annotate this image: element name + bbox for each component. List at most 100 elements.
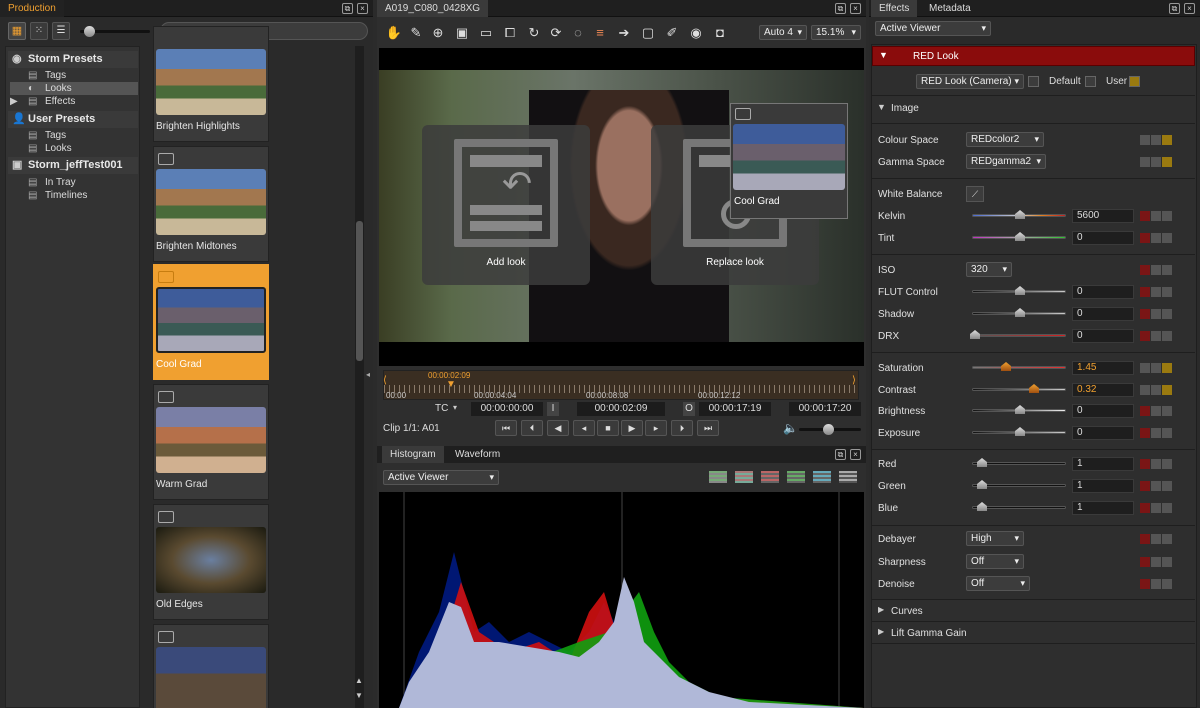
playhead-marker-icon[interactable]: ▼ (446, 379, 456, 390)
gamma-space-select[interactable]: REDgamma2 (966, 154, 1046, 169)
tree-item-timelines[interactable]: ▤ Timelines (26, 189, 138, 202)
refresh-icon[interactable]: ⟳ (547, 24, 565, 42)
flut-swatches[interactable] (1140, 287, 1174, 297)
crop-icon[interactable]: ⧠ (501, 24, 519, 42)
look-thumb-cool-grad[interactable]: Cool Grad (153, 264, 269, 380)
timeline-ruler[interactable]: 00:00:02:09 ▼ 00:00 00:00:04:04 00:00:08… (383, 370, 859, 400)
channel-blue-icon[interactable] (813, 471, 831, 483)
tree-item-in-tray[interactable]: ▤ In Tray (26, 176, 138, 189)
user-checkbox[interactable] (1129, 76, 1140, 87)
close-icon[interactable]: × (357, 3, 368, 14)
curves-section-header[interactable]: Curves (891, 606, 923, 617)
rgb-channels-icon[interactable]: ≡ (591, 24, 609, 42)
shadow-input[interactable]: 0 (1072, 307, 1134, 321)
close-icon[interactable]: × (850, 3, 861, 14)
thumb-size-knob[interactable] (84, 26, 95, 37)
tree-item-user-tags[interactable]: ▤ Tags (26, 129, 138, 142)
camera-checkbox[interactable] (1028, 76, 1039, 87)
prev-frame-icon[interactable]: ⏴ (521, 420, 543, 436)
frame-icon[interactable]: ▭ (477, 24, 495, 42)
tree-item-effects[interactable]: ▶ ▤ Effects (10, 95, 138, 108)
set-out-button[interactable]: O (683, 402, 695, 416)
colour-space-swatches[interactable] (1140, 135, 1174, 145)
collapse-arrow-icon[interactable]: ◂ (366, 370, 370, 379)
play-reverse-icon[interactable]: ◀ (547, 420, 569, 436)
tc-out-field[interactable]: 00:00:17:19 (699, 402, 771, 416)
exposure-input[interactable]: 0 (1072, 426, 1134, 440)
denoise-select[interactable]: Off (966, 576, 1030, 591)
reset-icon[interactable]: ◌ (569, 24, 587, 42)
stop-icon[interactable]: ■ (597, 420, 619, 436)
go-end-icon[interactable]: ⏭ (697, 420, 719, 436)
tab-effects[interactable]: Effects (871, 0, 918, 17)
exposure-swatches[interactable] (1140, 428, 1174, 438)
default-checkbox[interactable] (1085, 76, 1096, 87)
blue-gain-swatches[interactable] (1140, 503, 1174, 513)
sharpness-select[interactable]: Off (966, 554, 1024, 569)
expand-arrow-icon[interactable]: ▶ (10, 95, 18, 108)
out-marker-icon[interactable]: ⟩ (852, 375, 856, 386)
denoise-swatches[interactable] (1140, 579, 1174, 589)
channel-luma-icon[interactable] (839, 471, 857, 483)
drx-input[interactable]: 0 (1072, 329, 1134, 343)
zoom-mode-select[interactable]: Auto 4 (759, 25, 807, 40)
tree-project[interactable]: ▣ Storm_jeffTest001 (8, 157, 138, 174)
scroll-down-icon[interactable]: ▼ (355, 691, 363, 700)
save-icon[interactable]: ▣ (453, 24, 471, 42)
tc-current-field[interactable]: 00:00:02:09 (577, 402, 665, 416)
looks-scrollbar[interactable]: ▲ ▼ (355, 46, 364, 708)
brightness-input[interactable]: 0 (1072, 404, 1134, 418)
in-marker-icon[interactable]: ⟨ (383, 375, 387, 386)
close-icon[interactable]: × (1184, 3, 1195, 14)
contrast-swatches[interactable] (1140, 385, 1174, 395)
saturation-swatches[interactable] (1140, 363, 1174, 373)
collapse-arrow-icon[interactable]: ▼ (879, 50, 888, 60)
float-icon[interactable]: ⧉ (835, 449, 846, 460)
white-balance-picker-icon[interactable]: ⟋ (966, 186, 984, 202)
lgg-expand-icon[interactable]: ▶ (878, 627, 884, 636)
red-gain-slider[interactable] (972, 458, 1066, 467)
contrast-input[interactable]: 0.32 (1072, 383, 1134, 397)
red-gain-swatches[interactable] (1140, 459, 1174, 469)
shadow-slider[interactable] (972, 308, 1066, 317)
shadow-swatches[interactable] (1140, 309, 1174, 319)
zoom-icon[interactable]: ⊕ (429, 24, 447, 42)
look-thumb-brighten-midtones[interactable]: Brighten Midtones (153, 146, 269, 262)
image-section-header[interactable]: Image (891, 103, 919, 114)
debayer-select[interactable]: High (966, 531, 1024, 546)
red-look-header[interactable]: ▼ RED Look (872, 46, 1195, 66)
lgg-section-header[interactable]: Lift Gamma Gain (891, 628, 967, 639)
tc-in-field[interactable]: 00:00:00:00 (471, 402, 543, 416)
saturation-input[interactable]: 1.45 (1072, 361, 1134, 375)
channel-all-icon[interactable] (709, 471, 727, 483)
red-gain-input[interactable]: 1 (1072, 457, 1134, 471)
brightness-swatches[interactable] (1140, 406, 1174, 416)
tint-swatches[interactable] (1140, 233, 1174, 243)
tree-item-tags[interactable]: ▤ Tags (26, 69, 138, 82)
tab-clip[interactable]: A019_C080_0428XG (377, 0, 489, 17)
image-section-arrow-icon[interactable]: ▼ (877, 102, 886, 112)
play-icon[interactable]: ▶ (621, 420, 643, 436)
eye-icon[interactable]: ◉ (687, 24, 705, 42)
volume-knob[interactable] (823, 424, 834, 435)
tree-item-user-looks[interactable]: ▤ Looks (26, 142, 138, 155)
blue-gain-input[interactable]: 1 (1072, 501, 1134, 515)
flut-slider[interactable] (972, 286, 1066, 295)
rotate-icon[interactable]: ↻ (525, 24, 543, 42)
paint-icon[interactable]: ✐ (663, 24, 681, 42)
eyedropper-icon[interactable]: ✎ (407, 24, 425, 42)
kelvin-slider[interactable] (972, 210, 1066, 219)
view-small-grid-button[interactable]: ⁙ (30, 22, 48, 40)
close-icon[interactable]: × (850, 449, 861, 460)
set-in-button[interactable]: I (547, 402, 559, 416)
volume-slider[interactable] (799, 424, 861, 435)
tab-histogram[interactable]: Histogram (382, 446, 444, 463)
tint-input[interactable]: 0 (1072, 231, 1134, 245)
tint-slider[interactable] (972, 232, 1066, 241)
saturation-slider[interactable] (972, 362, 1066, 371)
brightness-slider[interactable] (972, 405, 1066, 414)
hand-icon[interactable]: ✋ (385, 24, 403, 42)
flut-input[interactable]: 0 (1072, 285, 1134, 299)
tc-mode-select[interactable]: TC (435, 403, 448, 414)
tab-production[interactable]: Production (0, 0, 64, 17)
